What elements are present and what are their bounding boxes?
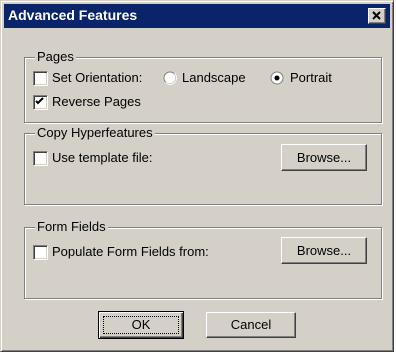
radio-icon	[274, 75, 280, 81]
reverse-pages-checkbox[interactable]	[33, 95, 48, 110]
portrait-radio[interactable]	[270, 71, 284, 85]
pages-group: Pages Set Orientation: Landscape Portrai…	[24, 49, 382, 123]
landscape-label: Landscape	[182, 70, 246, 85]
focus-indicator	[103, 316, 179, 334]
checkmark-icon	[35, 97, 44, 105]
advanced-features-dialog: Advanced Features Pages Set Orientation:…	[0, 0, 394, 352]
close-icon	[372, 11, 381, 20]
title-bar[interactable]: Advanced Features	[4, 4, 390, 28]
ok-button[interactable]: OK	[98, 311, 184, 339]
use-template-checkbox[interactable]	[33, 151, 48, 166]
pages-group-label: Pages	[35, 49, 76, 64]
set-orientation-label: Set Orientation:	[52, 70, 143, 85]
form-fields-group: Form Fields Populate Form Fields from: B…	[24, 219, 382, 299]
copy-hyperfeatures-group-label: Copy Hyperfeatures	[35, 125, 155, 140]
cancel-button[interactable]: Cancel	[206, 312, 296, 338]
copy-hyperfeatures-group: Copy Hyperfeatures Use template file: Br…	[24, 125, 382, 205]
populate-form-fields-checkbox[interactable]	[33, 245, 48, 260]
template-browse-button[interactable]: Browse...	[281, 144, 367, 171]
close-button[interactable]	[368, 8, 386, 24]
use-template-label: Use template file:	[52, 150, 153, 165]
reverse-pages-label: Reverse Pages	[52, 94, 141, 109]
portrait-label: Portrait	[290, 70, 332, 85]
landscape-radio[interactable]	[163, 71, 177, 85]
form-fields-browse-button[interactable]: Browse...	[281, 237, 367, 264]
set-orientation-checkbox[interactable]	[33, 71, 48, 86]
dialog-title: Advanced Features	[8, 7, 138, 23]
populate-form-fields-label: Populate Form Fields from:	[52, 244, 209, 259]
form-fields-group-label: Form Fields	[35, 219, 108, 234]
